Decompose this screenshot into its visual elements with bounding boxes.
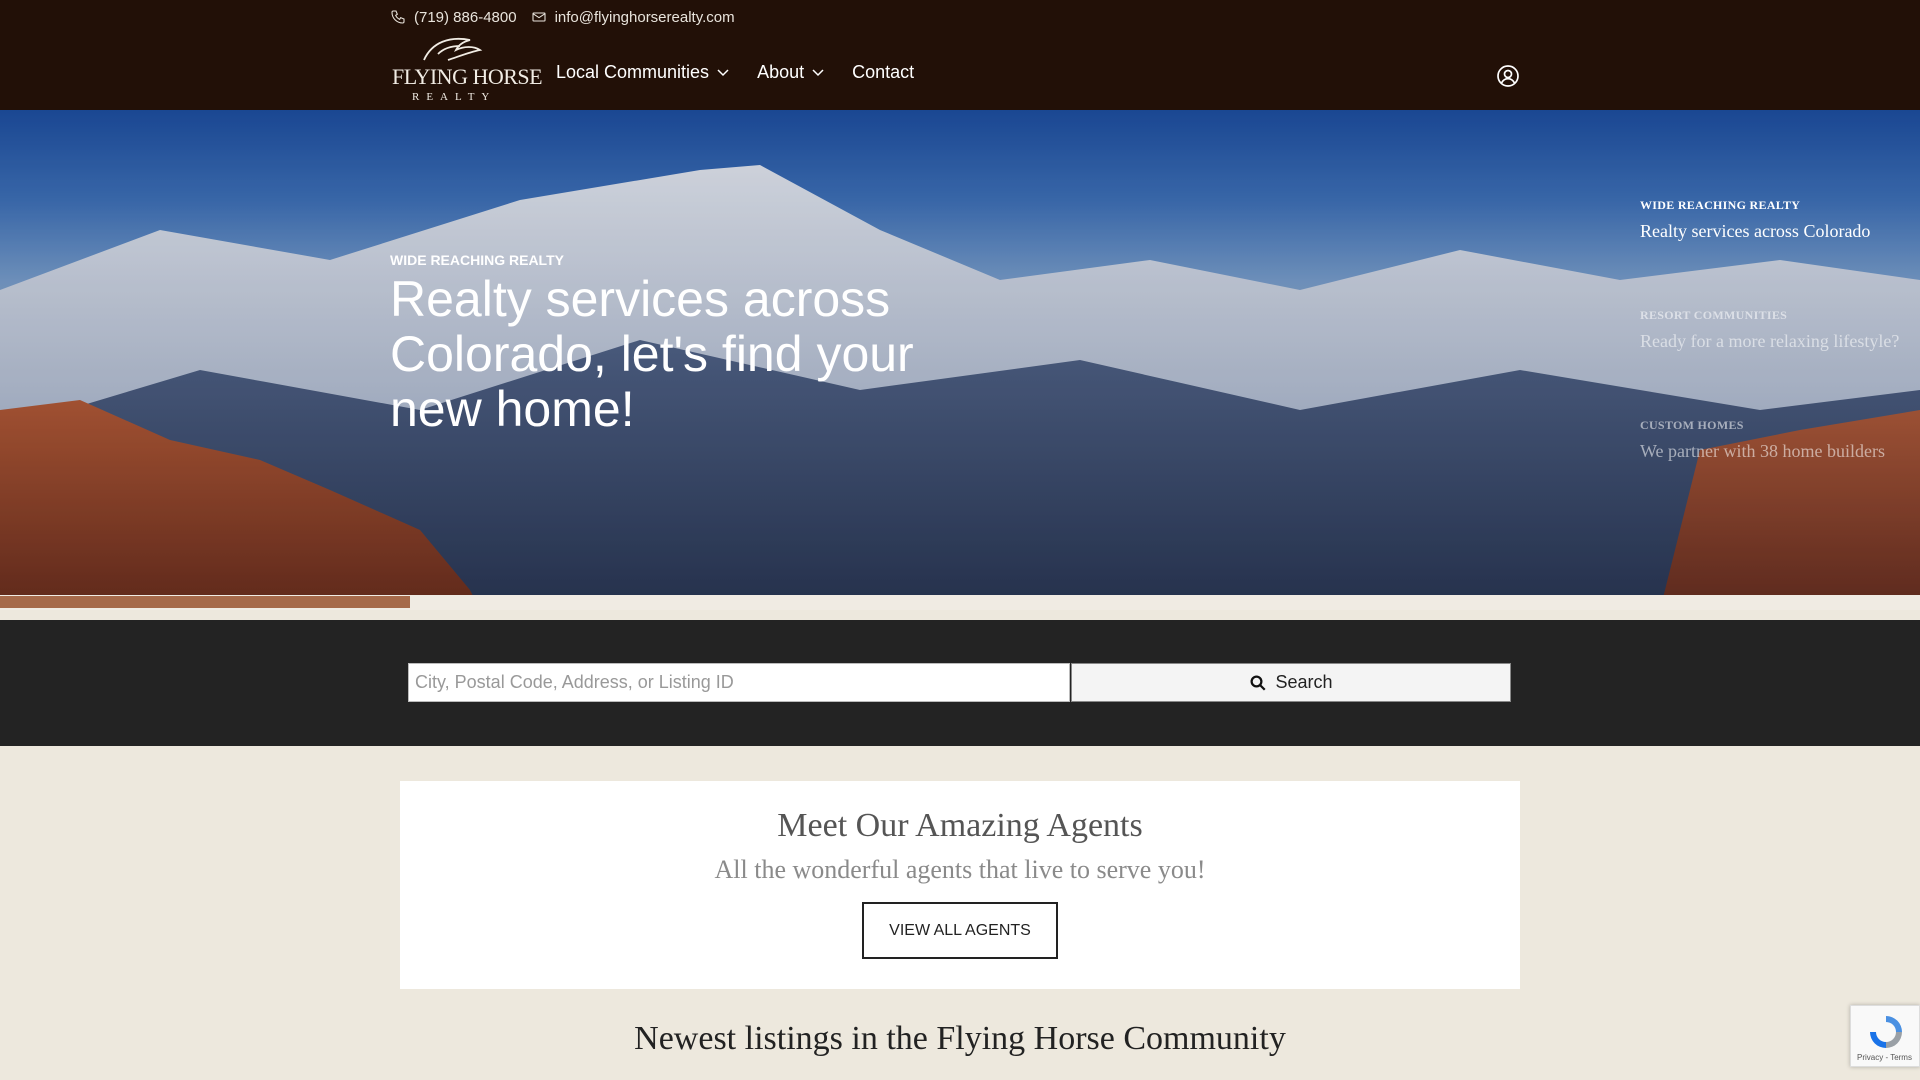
horse-logo-icon (423, 38, 483, 61)
envelope-icon (532, 12, 546, 22)
listings-heading: Newest listings in the Flying Horse Comm… (634, 1020, 1286, 1057)
logo-tagline: REALTY (412, 91, 497, 103)
recaptcha-badge[interactable]: Privacy - Terms (1850, 1005, 1920, 1067)
slide-tab-3[interactable]: CUSTOM HOMES We partner with 38 home bui… (1640, 418, 1910, 463)
chevron-down-icon (812, 68, 824, 76)
agents-section: Meet Our Amazing Agents All the wonderfu… (400, 781, 1520, 989)
nav-local-communities[interactable]: Local Communities (556, 62, 729, 83)
site-logo[interactable]: FLYING HORSE REALTY (390, 34, 543, 104)
chevron-down-icon (717, 68, 729, 76)
slide-kicker: WIDE REACHING REALTY (1640, 198, 1801, 212)
search-button-label: Search (1275, 672, 1333, 692)
recaptcha-icon (1870, 1016, 1902, 1048)
hero-title: Realty services across Colorado, let's f… (390, 271, 914, 437)
user-circle-icon[interactable] (1496, 64, 1520, 88)
email-link[interactable]: info@flyinghorserealty.com (531, 9, 735, 26)
agents-heading: Meet Our Amazing Agents (777, 807, 1143, 844)
recaptcha-links[interactable]: Privacy - Terms (1857, 1053, 1912, 1062)
site-header: (719) 886-4800 info@flyinghorserealty.co… (0, 0, 1920, 110)
nav-about[interactable]: About (757, 62, 824, 83)
nav-label: Local Communities (556, 62, 710, 82)
slide-progress-bar (0, 596, 410, 608)
nav-contact[interactable]: Contact (852, 62, 914, 83)
slide-text: We partner with 38 home builders (1640, 441, 1885, 461)
search-input[interactable] (408, 663, 1070, 702)
search-icon (1250, 675, 1267, 691)
search-button[interactable]: Search (1071, 663, 1511, 702)
main-nav: Local Communities About Contact (556, 62, 942, 83)
slide-text: Ready for a more relaxing lifestyle? (1640, 331, 1900, 351)
nav-label: About (757, 62, 805, 82)
slide-tab-1[interactable]: WIDE REACHING REALTY Realty services acr… (1640, 198, 1910, 243)
nav-label: Contact (852, 62, 915, 82)
view-all-agents-button[interactable]: VIEW ALL AGENTS (862, 902, 1058, 959)
hero-eyebrow: WIDE REACHING REALTY (390, 252, 564, 268)
slide-tab-2[interactable]: RESORT COMMUNITIES Ready for a more rela… (1640, 308, 1910, 353)
phone-icon (391, 10, 405, 24)
email-address: info@flyinghorserealty.com (554, 8, 735, 26)
slide-kicker: CUSTOM HOMES (1640, 418, 1744, 432)
slide-kicker: RESORT COMMUNITIES (1640, 308, 1788, 322)
slide-text: Realty services across Colorado (1640, 221, 1871, 241)
agents-subheading: All the wonderful agents that live to se… (714, 855, 1206, 884)
contact-bar: (719) 886-4800 info@flyinghorserealty.co… (390, 8, 749, 26)
phone-number: (719) 886-4800 (414, 8, 517, 26)
logo-name: FLYING HORSE (392, 64, 543, 89)
phone-link[interactable]: (719) 886-4800 (390, 9, 517, 26)
